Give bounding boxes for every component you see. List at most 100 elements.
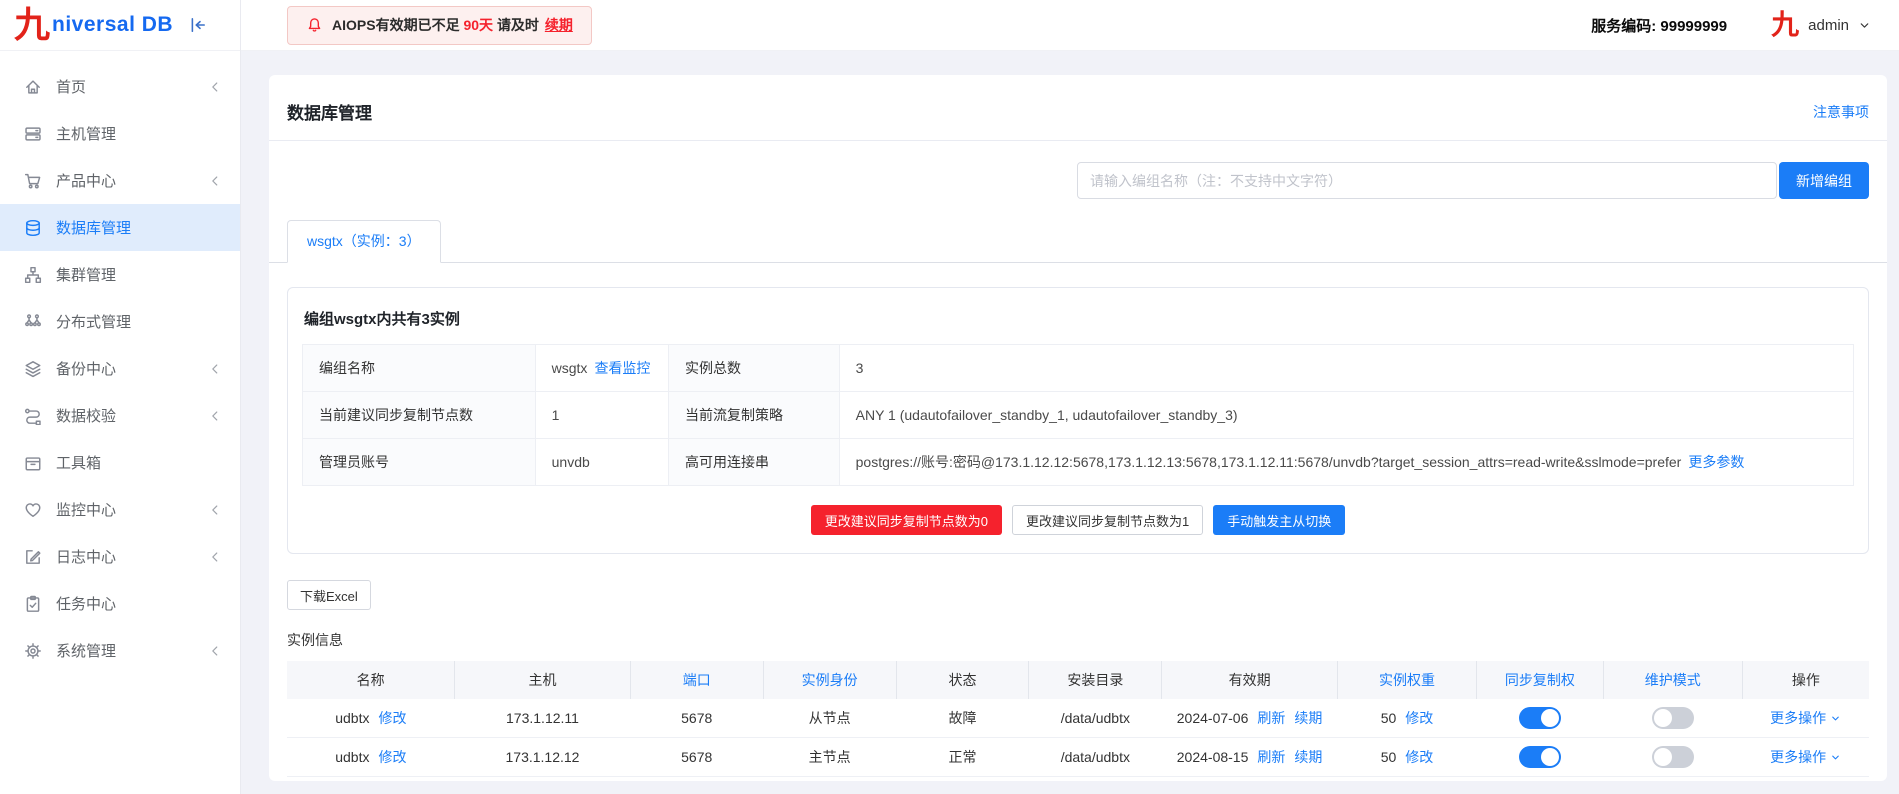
refresh-expiry-link[interactable]: 刷新 [1257,710,1285,726]
group-info-row: 管理员账号 unvdb 高可用连接串 postgres://账号:密码@173.1.1… [302,438,1855,486]
edit-name-link[interactable]: 修改 [378,710,406,726]
instance-table-body: udbtx 修改 173.1.12.11 5678 从节点 故障/data/udbtx 20… [287,699,1869,781]
service-code: 服务编码: 99999999 [1591,17,1728,35]
info-value: wsgtx 查看监控 [534,344,670,392]
sidebar-item-system-management[interactable]: 系统管理 [0,627,240,674]
refresh-expiry-link[interactable]: 刷新 [1257,749,1285,765]
column-header: 安装目录 [1028,661,1162,699]
sidebar-item-product-center[interactable]: 产品中心 [0,157,240,204]
more-actions-link[interactable]: 更多操作 [1770,747,1841,767]
tab-wsgtx[interactable]: wsgtx（实例：3） [287,220,441,263]
add-group-button[interactable]: 新增编组 [1779,162,1869,199]
sidebar: 九 niversal DB 首页主机管理产品中心数据库管理集群管理分布式管理备份… [0,0,241,794]
sidebar-item-host-management[interactable]: 主机管理 [0,110,240,157]
column-header[interactable]: 实例身份 [762,661,897,699]
sidebar-item-log-center[interactable]: 日志中心 [0,533,240,580]
info-label: 编组名称 [302,344,536,392]
maintenance-toggle[interactable] [1651,746,1694,768]
info-value: 3 [838,344,1855,392]
instance-host: 173.1.12.11 [506,710,579,726]
renew-expiry-link[interactable]: 续期 [1294,749,1322,765]
sidebar-item-label: 主机管理 [56,126,117,143]
sidebar-item-data-verification[interactable]: 数据校验 [0,392,240,439]
cell-maintenance-mode [1603,699,1743,738]
sidebar-item-home[interactable]: 首页 [0,63,240,110]
info-label: 当前流复制策略 [668,391,840,439]
edit-weight-link[interactable]: 修改 [1405,749,1433,765]
chevron-down-icon [1832,716,1839,720]
more-params-link[interactable]: 更多参数 [1688,454,1744,470]
sidebar-item-distributed-management[interactable]: 分布式管理 [0,298,240,345]
license-alert-banner: AIOPS有效期已不足 90天 请及时 续期 [287,5,592,45]
collapse-sidebar-icon[interactable] [189,16,207,34]
home-icon [26,79,40,94]
sidebar-item-cluster-management[interactable]: 集群管理 [0,251,240,298]
maintenance-toggle[interactable] [1651,707,1694,729]
more-actions-link[interactable]: 更多操作 [1770,708,1841,728]
toolbox-icon [25,456,41,470]
host-icon [25,126,41,141]
user-menu[interactable]: 九 admin [1771,11,1871,39]
renew-license-link[interactable]: 续期 [545,17,573,33]
group-action-buttons: 更改建议同步复制节点数为0 更改建议同步复制节点数为1 手动触发主从切换 [302,505,1854,535]
column-header: 名称 [287,661,455,699]
cell-port: 5678 [630,737,764,777]
cell-role: 从节点 [763,776,897,781]
instance-table-header-row: 名称 主机 端口 实例身份 状态 安装目录 有效期 实例权重 同步复制权 维护模式 操作 [287,661,1869,699]
cell-actions: 更多操作 [1742,737,1869,777]
instance-role: 从节点 [808,710,851,726]
set-sync-nodes-0-button[interactable]: 更改建议同步复制节点数为0 [810,505,1002,535]
download-excel-button[interactable]: 下载Excel [287,580,371,610]
gear-icon [25,642,41,659]
sidebar-item-label: 首页 [56,79,87,96]
cell-weight: 50 修改 [1337,737,1477,777]
sidebar-item-label: 日志中心 [56,549,117,566]
manual-failover-button[interactable]: 手动触发主从切换 [1213,505,1346,535]
notice-link[interactable]: 注意事项 [1813,102,1869,122]
cell-weight: 50修改 [1337,776,1477,781]
sidebar-item-label: 数据校验 [56,408,117,425]
set-sync-nodes-1-button[interactable]: 更改建议同步复制节点数为1 [1011,505,1204,535]
sidebar-item-label: 监控中心 [56,502,117,519]
edit-weight-link[interactable]: 修改 [1405,710,1433,726]
view-monitor-link[interactable]: 查看监控 [594,360,650,376]
logo-text: niversal DB [52,13,174,36]
sidebar-item-monitor-center[interactable]: 监控中心 [0,486,240,533]
sidebar-item-database-management[interactable]: 数据库管理 [0,204,240,251]
instance-row: udbtx修改173.1.12.135678从节点正常/data/udbtx20… [287,776,1869,781]
instance-expiry-date: 2024-07-06 [1176,710,1249,726]
sidebar-item-task-center[interactable]: 任务中心 [0,580,240,627]
user-name: admin [1808,16,1849,34]
sidebar-item-toolbox[interactable]: 工具箱 [0,439,240,486]
group-info-row: 当前建议同步复制节点数 1 当前流复制策略 ANY 1 (udautofailover… [302,391,1855,439]
top-header: AIOPS有效期已不足 90天 请及时 续期 服务编码: 99999999 九 … [241,0,1899,51]
column-header[interactable]: 同步复制权 [1476,661,1604,699]
column-header[interactable]: 维护模式 [1602,661,1743,699]
renew-expiry-link[interactable]: 续期 [1294,710,1322,726]
instance-weight: 50 [1380,749,1397,765]
column-header: 主机 [454,661,631,699]
layers-icon [25,360,41,377]
alert-days: 90天 [463,17,494,33]
chevron-left-icon [212,410,218,421]
sidebar-item-label: 分布式管理 [56,314,132,331]
group-name-search-input[interactable] [1077,162,1777,199]
group-tabs: wsgtx（实例：3） [269,220,1887,263]
cluster-icon [24,266,42,283]
clipboard-icon [26,595,40,612]
database-icon [26,219,40,236]
edit-name-link[interactable]: 修改 [378,749,406,765]
app-root: 九 niversal DB 首页主机管理产品中心数据库管理集群管理分布式管理备份… [0,0,1899,794]
bell-icon [308,17,321,32]
cell-maintenance-mode [1603,737,1743,777]
sync-replication-toggle[interactable] [1518,746,1561,768]
sidebar-item-backup-center[interactable]: 备份中心 [0,345,240,392]
column-header[interactable]: 实例权重 [1336,661,1477,699]
sync-replication-toggle[interactable] [1518,707,1561,729]
chevron-left-icon [212,504,218,515]
column-header[interactable]: 端口 [629,661,764,699]
cell-host: 173.1.12.12 [454,737,631,777]
logo-mark: 九 [14,4,51,46]
info-label: 实例总数 [668,344,840,392]
sidebar-item-label: 数据库管理 [56,220,132,237]
